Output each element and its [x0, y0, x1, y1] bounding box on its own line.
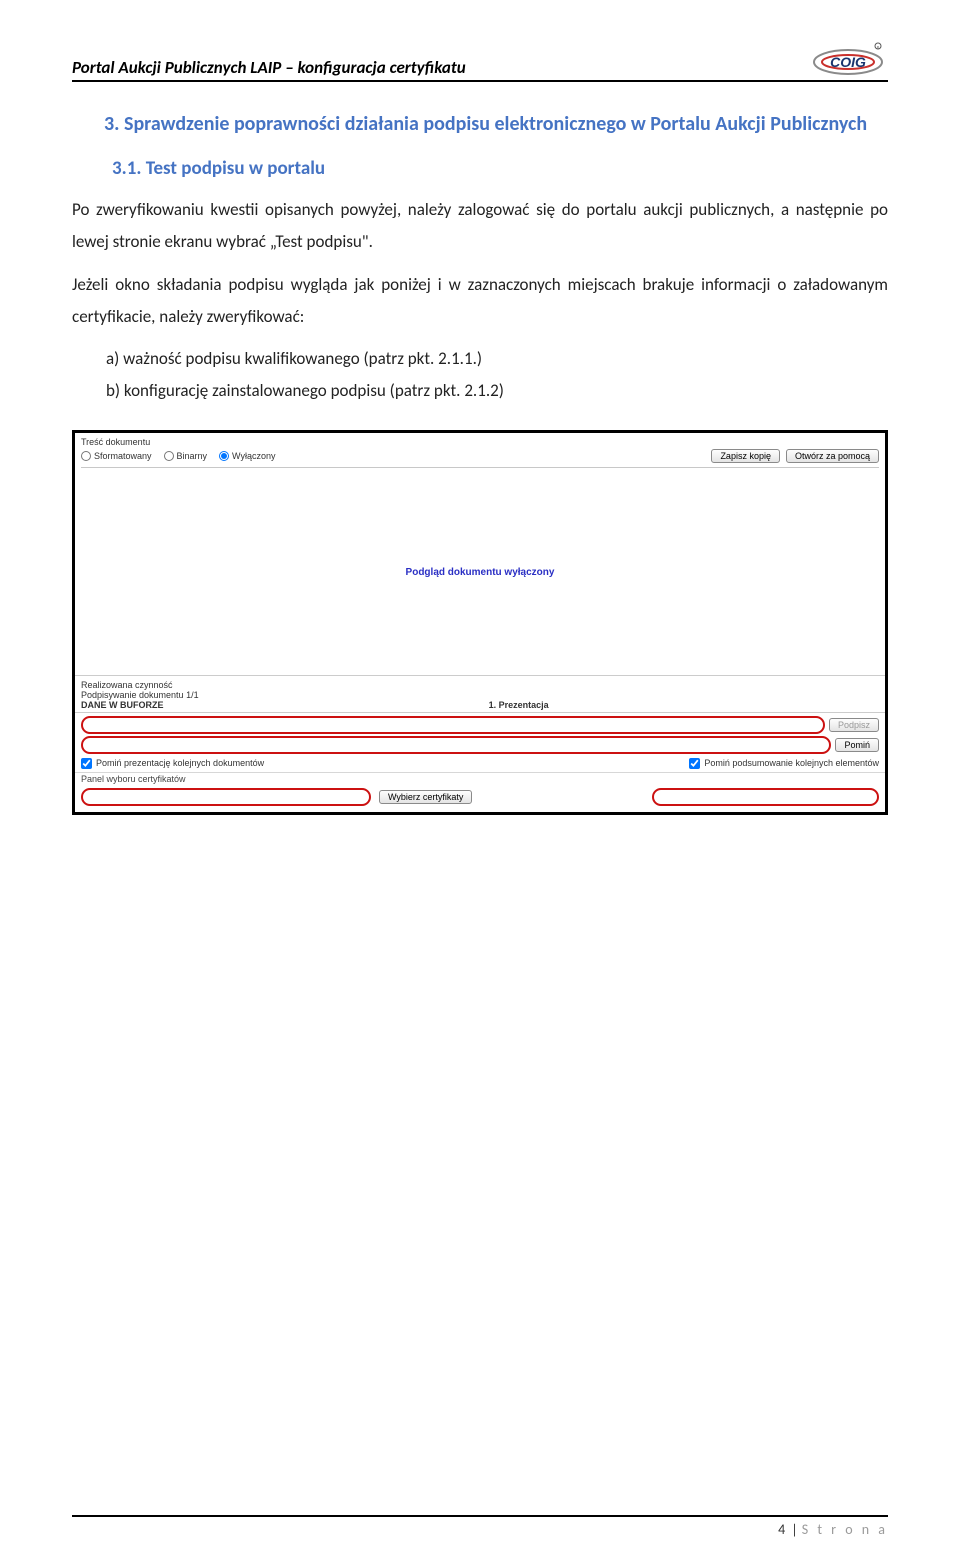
open-with-button[interactable]: Otwórz za pomocą [786, 449, 879, 463]
radio-formatted[interactable]: Sformatowany [81, 451, 152, 461]
activity-label: Realizowana czynność [81, 680, 199, 690]
svg-text:R: R [877, 46, 880, 51]
skip-summary-checkbox[interactable]: Pomiń podsumowanie kolejnych elementów [689, 758, 879, 769]
preview-disabled-text: Podgląd dokumentu wyłączony [75, 470, 885, 675]
list-item-a: a) ważność podpisu kwalifikowanego (patr… [128, 343, 888, 375]
cert-panel-label: Panel wyboru certyfikatów [75, 772, 885, 785]
presentation-step: 1. Prezentacja [489, 700, 549, 710]
section-heading-3-1: 3.1. Test podpisu w portalu [112, 157, 888, 180]
radio-disabled[interactable]: Wyłączony [219, 451, 275, 461]
skip-presentation-checkbox[interactable]: Pomiń prezentację kolejnych dokumentów [81, 758, 264, 769]
doc-content-label: Treść dokumentu [81, 437, 879, 447]
highlight-oval-top [81, 716, 825, 734]
page-footer: 4|S t r o n a [72, 1515, 888, 1538]
highlight-oval-mid [81, 736, 831, 754]
page-label: S t r o n a [802, 1521, 888, 1538]
paragraph-1: Po zweryfikowaniu kwestii opisanych powy… [72, 194, 888, 259]
coig-logo: COIG R [808, 40, 888, 78]
highlight-oval-cert-left [81, 788, 371, 806]
highlight-oval-cert-right [652, 788, 879, 806]
activity-panel: Realizowana czynność Podpisywanie dokume… [75, 675, 885, 713]
skip-button[interactable]: Pomiń [835, 738, 879, 752]
save-copy-button[interactable]: Zapisz kopię [711, 449, 780, 463]
section-heading-3: 3. Sprawdzenie poprawności działania pod… [104, 110, 888, 139]
header-rule [72, 80, 888, 82]
list-item-b: b) konfigurację zainstalowanego podpisu … [128, 375, 888, 407]
svg-text:COIG: COIG [830, 54, 866, 70]
sign-button[interactable]: Podpisz [829, 718, 879, 732]
buffer-data-label: DANE W BUFORZE [81, 700, 199, 710]
choose-certificates-button[interactable]: Wybierz certyfikaty [379, 790, 472, 804]
signature-window-screenshot: Treść dokumentu Sformatowany Binarny Wył… [72, 430, 888, 815]
page-header-title: Portal Aukcji Publicznych LAIP – konfigu… [72, 57, 466, 78]
page-number: 4 [778, 1521, 785, 1538]
radio-binary[interactable]: Binarny [164, 451, 208, 461]
signing-doc-label: Podpisywanie dokumentu 1/1 [81, 690, 199, 700]
paragraph-2: Jeżeli okno składania podpisu wygląda ja… [72, 269, 888, 334]
